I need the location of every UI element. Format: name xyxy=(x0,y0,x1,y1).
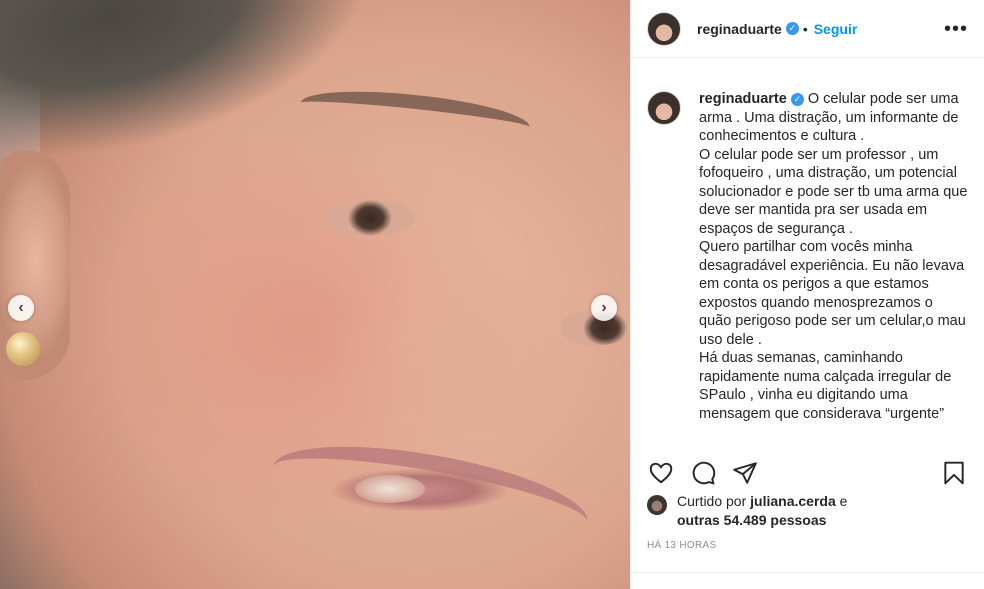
post-side-panel: reginaduarte ✓ • Seguir ••• reginaduarte… xyxy=(630,0,984,589)
caption-avatar[interactable] xyxy=(647,91,681,125)
earring xyxy=(6,332,40,366)
bookmark-icon[interactable] xyxy=(940,459,968,487)
likes-conjunction: e xyxy=(839,493,848,509)
comment-input-area[interactable] xyxy=(631,572,984,589)
verified-badge-icon: ✓ xyxy=(785,22,799,35)
caption-text: O celular pode ser uma arma . Uma distra… xyxy=(699,91,968,422)
header-username[interactable]: reginaduarte xyxy=(697,21,782,37)
more-options-icon[interactable]: ••• xyxy=(944,19,968,39)
lip-wound xyxy=(355,475,425,503)
caption: reginaduarte ✓ O celular pode ser uma arma… xyxy=(699,90,968,442)
action-bar xyxy=(647,455,968,491)
next-photo-button[interactable]: › xyxy=(591,295,617,321)
lip xyxy=(265,427,595,563)
left-eye xyxy=(325,200,415,236)
post-photo[interactable]: ‹ › xyxy=(0,0,630,589)
heart-icon[interactable] xyxy=(647,459,675,487)
liker-username[interactable]: juliana.cerda xyxy=(750,493,836,509)
likes-text: Curtido por juliana.cerda e outras 54.48… xyxy=(677,492,847,530)
avatar[interactable] xyxy=(647,11,681,46)
liker-avatar[interactable] xyxy=(647,495,667,515)
follow-button[interactable]: Seguir xyxy=(814,21,858,37)
likes-count-link[interactable]: outras 54.489 pessoas xyxy=(677,512,826,528)
likes-prefix: Curtido por xyxy=(677,493,747,509)
post-header: reginaduarte ✓ • Seguir ••• xyxy=(631,0,984,58)
comment-icon[interactable] xyxy=(689,459,717,487)
caption-area: reginaduarte ✓ O celular pode ser uma arma… xyxy=(647,90,968,442)
separator-dot: • xyxy=(802,20,808,37)
caption-username[interactable]: reginaduarte xyxy=(699,91,787,107)
post-timestamp[interactable]: HÁ 13 HORAS xyxy=(647,540,716,551)
previous-photo-button[interactable]: ‹ xyxy=(8,295,34,321)
verified-badge-icon: ✓ xyxy=(790,92,804,106)
likes-summary: Curtido por juliana.cerda e outras 54.48… xyxy=(647,492,968,530)
share-icon[interactable] xyxy=(731,459,759,487)
